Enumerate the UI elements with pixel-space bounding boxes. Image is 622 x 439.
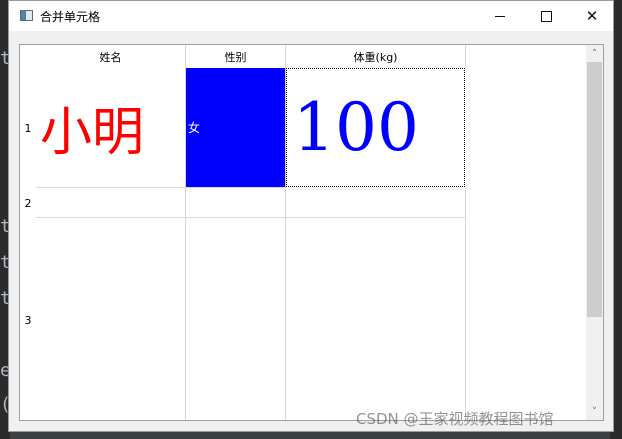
minimize-button[interactable] [477, 1, 523, 31]
scrollbar-thumb[interactable] [587, 62, 602, 317]
table-corner-button[interactable] [20, 45, 36, 68]
table-widget[interactable]: 姓名 性别 体重(kg) 1 2 3 小明 女 100 ˄ ˅ [19, 44, 604, 421]
chevron-up-icon[interactable]: ˄ [586, 45, 603, 62]
cell-gender[interactable]: 女 [186, 68, 286, 188]
app-window: 合并单元格 ✕ 姓名 性别 体重(kg) 1 2 3 小明 女 100 ˄ ˅ [8, 0, 614, 432]
maximize-icon [540, 10, 552, 22]
vertical-scrollbar[interactable]: ˄ ˅ [586, 45, 603, 420]
title-bar[interactable]: 合并单元格 ✕ [9, 1, 613, 31]
column-header-weight[interactable]: 体重(kg) [286, 45, 466, 68]
qt-app-window-icon [20, 10, 33, 21]
table-cell[interactable] [186, 218, 286, 420]
table-cell[interactable] [186, 188, 286, 218]
table-cell[interactable] [36, 188, 186, 218]
table-cell[interactable] [286, 218, 466, 420]
column-header-gender[interactable]: 性别 [186, 45, 286, 68]
minimize-icon [495, 15, 505, 17]
cell-weight[interactable]: 100 [286, 68, 465, 187]
table-cell[interactable] [36, 218, 186, 420]
row-header-2[interactable]: 2 [20, 188, 36, 218]
column-header-name[interactable]: 姓名 [36, 45, 186, 68]
row-header-3[interactable]: 3 [20, 218, 36, 420]
cell-name[interactable]: 小明 [36, 68, 186, 188]
chevron-down-icon[interactable]: ˅ [586, 403, 603, 420]
row-header-1[interactable]: 1 [20, 68, 36, 188]
maximize-button[interactable] [523, 1, 569, 31]
close-button[interactable]: ✕ [569, 1, 613, 31]
table-cell[interactable] [286, 188, 466, 218]
window-title: 合并单元格 [40, 10, 101, 24]
watermark-text: CSDN @王家视频教程图书馆 [356, 410, 554, 428]
close-icon: ✕ [585, 6, 599, 25]
